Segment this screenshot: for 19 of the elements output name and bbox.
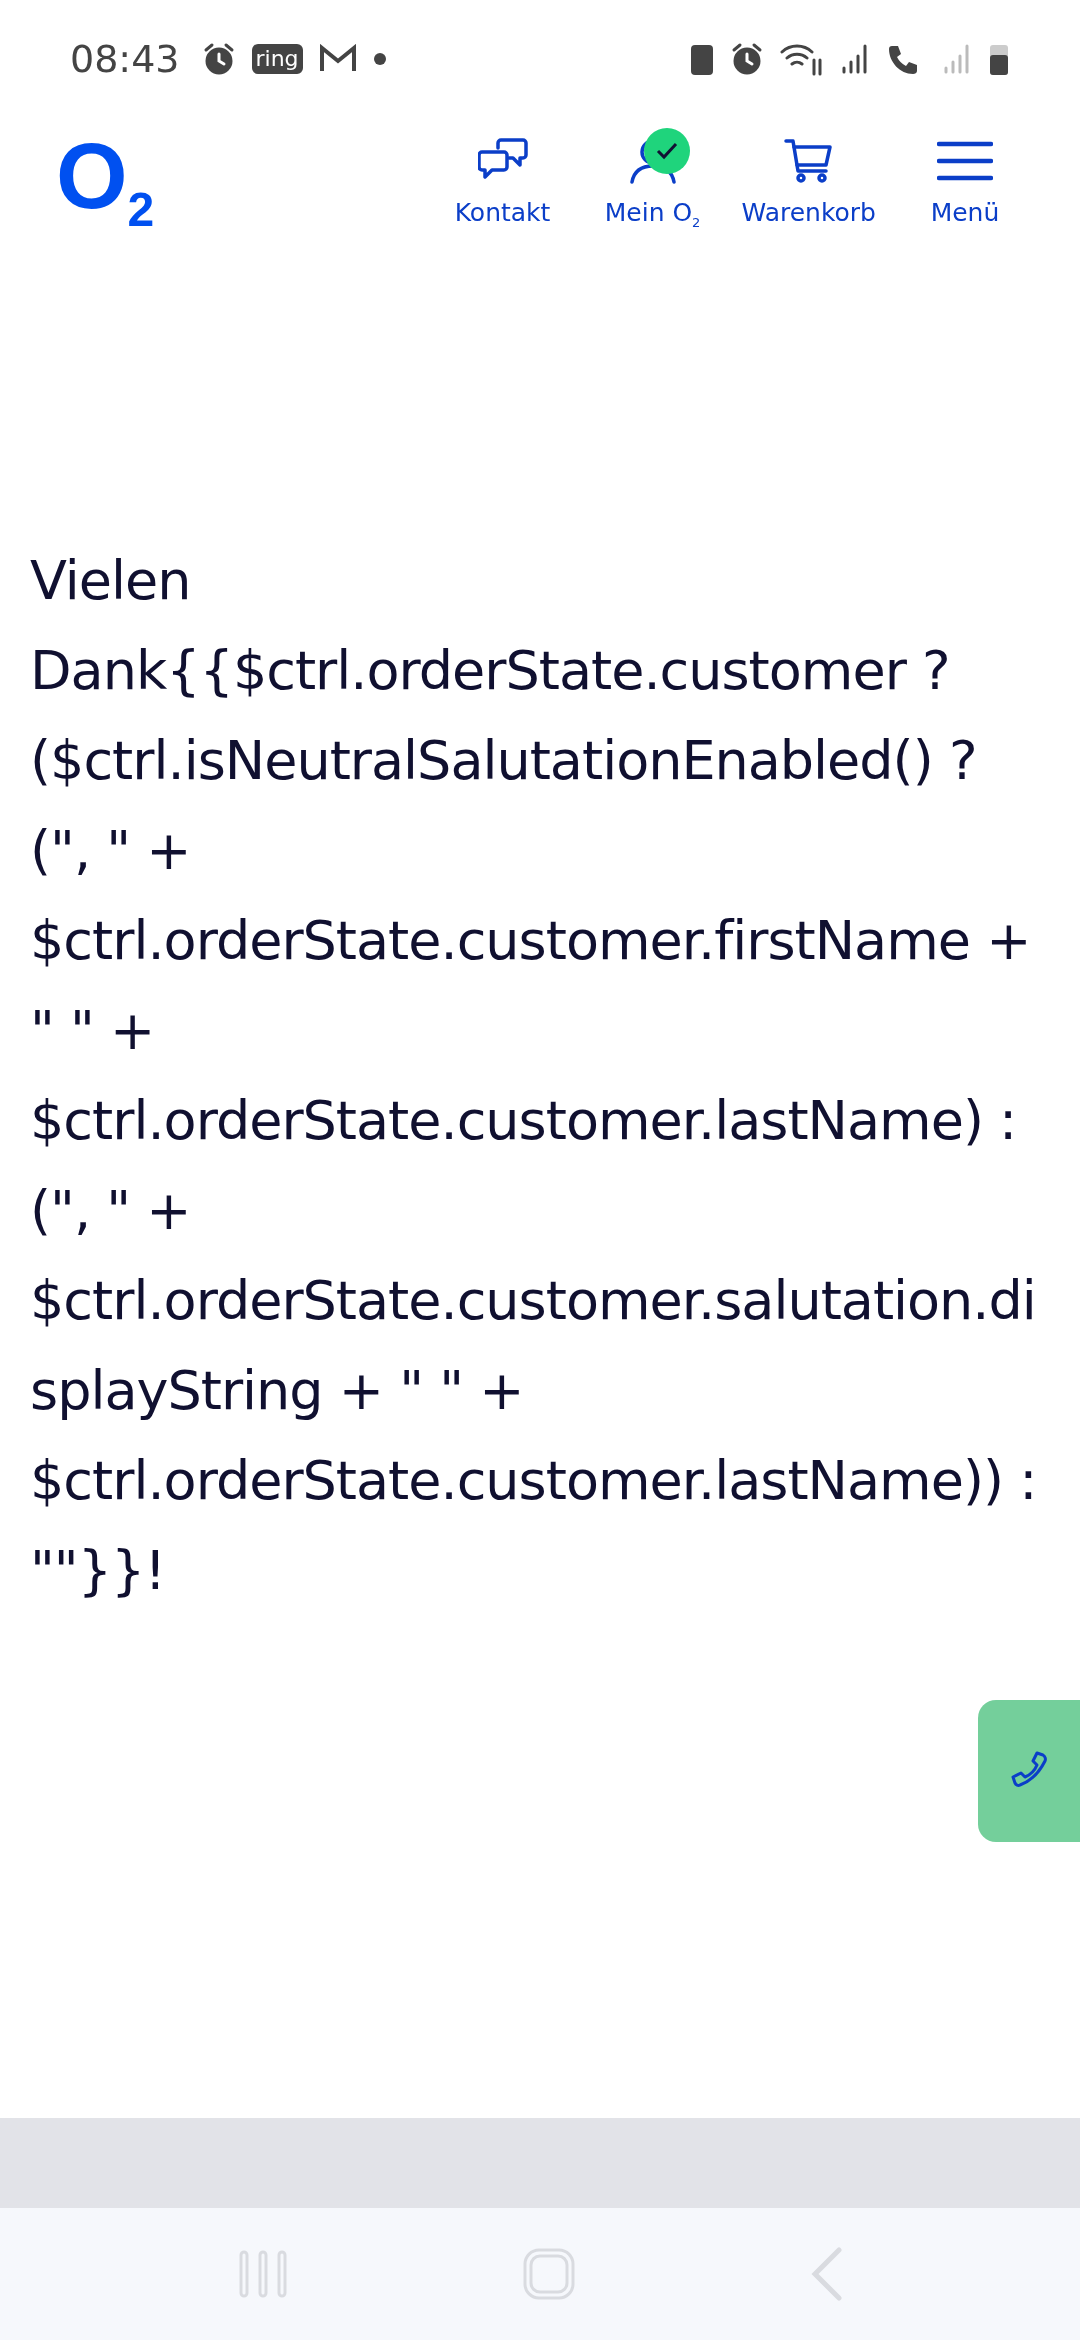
cart-icon bbox=[783, 138, 834, 184]
back-icon[interactable] bbox=[809, 2247, 844, 2301]
signal-icon bbox=[840, 42, 870, 76]
thank-you-message: Vielen Dank{{$ctrl.orderState.customer ? ($ctrl.isNeutralSalutationEnabled() ? (", " + $ctrl.orderState.customer.firstName + " " + $ctrl.orderState.customer.lastName) : (", " + $ctrl.orderState.customer.salutation.displayString + " " + $ctrl.orderState.customer.lastName)) : ""}}! bbox=[30, 548, 1038, 1604]
nav-link[interactable]: Menü bbox=[890, 118, 1040, 230]
app-badge: ring bbox=[251, 44, 303, 74]
alarm-icon bbox=[730, 42, 764, 76]
brand-logo[interactable]: O$_{2}$ bbox=[56, 130, 155, 234]
mail-icon bbox=[318, 44, 357, 74]
wifi-icon bbox=[780, 42, 824, 76]
nav-link[interactable]: Warenkorb bbox=[727, 118, 890, 230]
dot-icon bbox=[372, 52, 387, 66]
nav-link[interactable]: Kontakt bbox=[427, 118, 578, 230]
battery-saver-icon bbox=[690, 42, 714, 76]
signal-icon bbox=[942, 42, 972, 76]
status-time: 08:43 bbox=[70, 37, 180, 81]
home-icon[interactable] bbox=[522, 2247, 576, 2301]
call-button[interactable] bbox=[978, 1700, 1080, 1842]
nav-link[interactable]: Mein O$_{2}$ bbox=[577, 118, 728, 230]
